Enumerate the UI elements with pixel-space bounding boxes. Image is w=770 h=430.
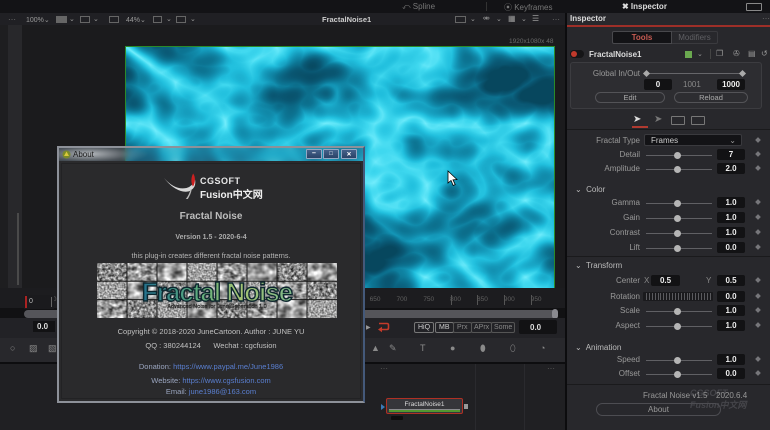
svg-text:Advanced Noise for June Genera: Advanced Noise for June Generation 1.0 bbox=[167, 304, 266, 310]
svg-text:Fractal Noise: Fractal Noise bbox=[142, 277, 293, 307]
